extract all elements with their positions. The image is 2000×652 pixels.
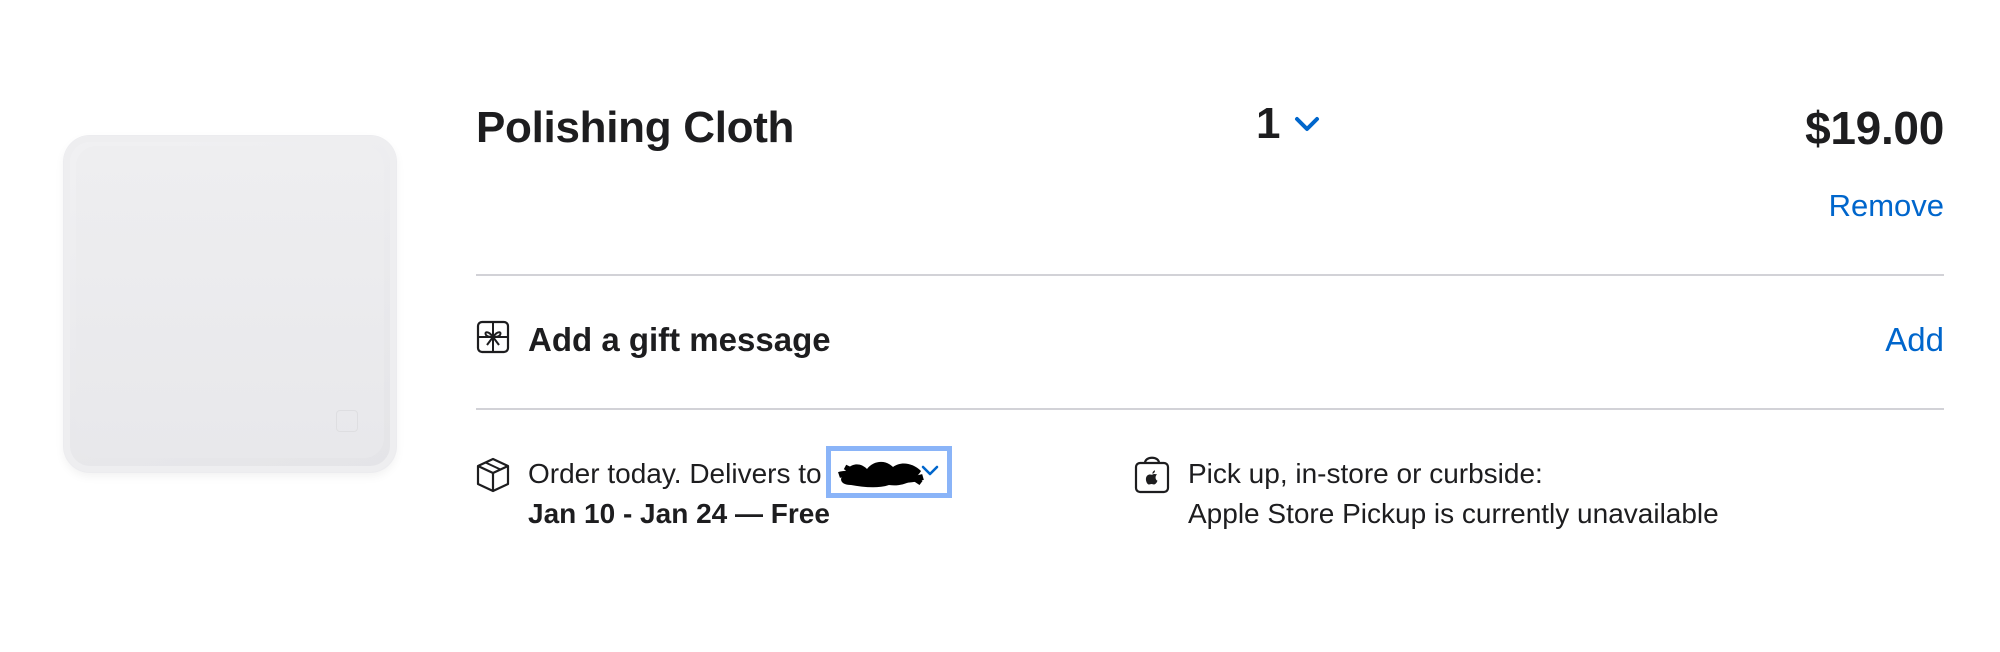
- delivery-text: Order today. Delivers to: [528, 458, 822, 489]
- divider: [476, 408, 1944, 410]
- product-price: $19.00: [1805, 102, 1944, 154]
- product-image[interactable]: [64, 136, 396, 472]
- divider: [476, 274, 1944, 276]
- delivery-location-button[interactable]: [826, 446, 952, 498]
- pickup-title: Pick up, in-store or curbside:: [1188, 458, 1543, 489]
- delivery-dates: Jan 10 - Jan 24 — Free: [528, 498, 830, 529]
- quantity-value: 1: [1256, 99, 1281, 148]
- gift-message-label: Add a gift message: [528, 321, 831, 358]
- product-image-logo-mark: [336, 410, 358, 432]
- pickup-status: Apple Store Pickup is currently unavaila…: [1188, 498, 1719, 529]
- quantity-select[interactable]: 1: [1256, 96, 1320, 152]
- remove-link[interactable]: Remove: [1829, 186, 1944, 226]
- product-title: Polishing Cloth: [476, 103, 795, 152]
- chevron-down-icon: [921, 465, 939, 476]
- shopping-bag-icon: [1134, 456, 1170, 494]
- add-gift-message-link[interactable]: Add: [1885, 318, 1944, 362]
- gift-icon: [476, 320, 510, 354]
- redaction-scribble: [838, 461, 924, 488]
- cart-item: Polishing Cloth 1 $19.00 Remove Add a gi…: [0, 0, 2000, 652]
- chevron-down-icon: [1295, 117, 1320, 131]
- gift-message-row: Add a gift message Add: [476, 318, 1944, 362]
- box-icon: [476, 457, 510, 493]
